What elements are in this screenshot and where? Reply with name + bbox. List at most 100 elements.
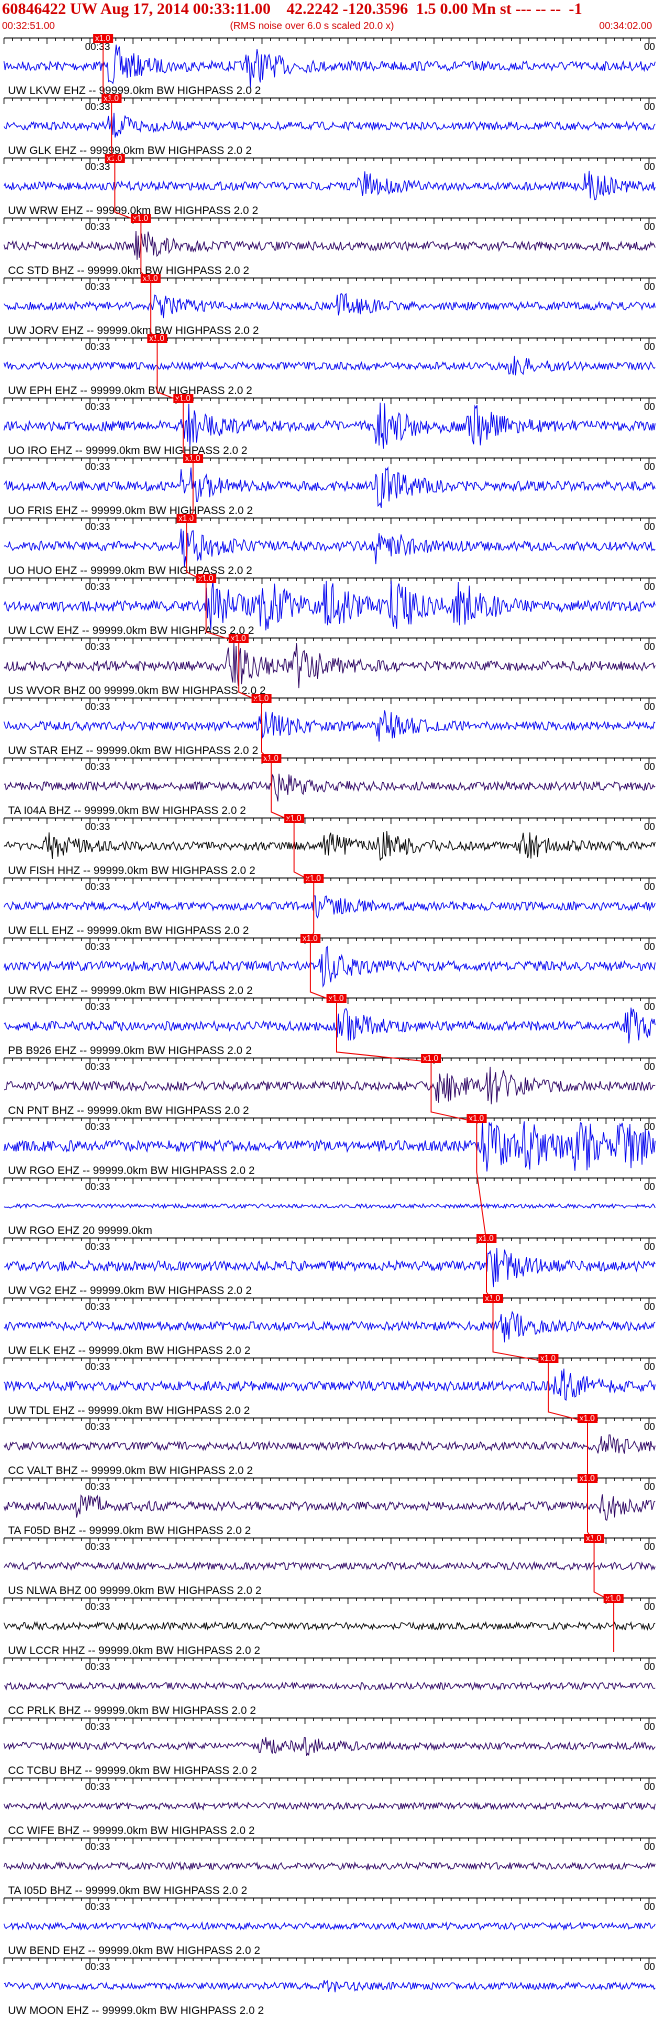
waveform-trace [3,1434,656,1454]
minute-tick-label: 00:33 [85,702,110,713]
right-edge-label: 00 [644,762,656,773]
minute-tick-label: 00:33 [85,1902,110,1913]
station-label: UW MOON EHZ -- 99999.0km BW HIGHPASS 2.0… [8,2005,264,2017]
waveform-trace [3,170,656,201]
station-label: UW JORV EHZ -- 99999.0km BW HIGHPASS 2.0… [8,325,259,337]
minute-tick-label: 00:33 [85,1002,110,1013]
waveform-trace [3,1368,656,1401]
minute-tick-label: 00:33 [85,582,110,593]
station-label: US NLWA BHZ 00 99999.0km BW HIGHPASS 2.0… [8,1585,262,1597]
minute-tick-label: 00:33 [85,1662,110,1673]
right-edge-label: 00 [644,1962,656,1973]
waveform-trace [3,1007,656,1044]
right-edge-label: 00 [644,882,656,893]
minute-tick-label: 00:33 [85,1302,110,1313]
right-edge-label: 00 [644,1782,656,1793]
station-label: CC WIFE BHZ -- 99999.0km BW HIGHPASS 2.0… [8,1825,255,1837]
right-edge-label: 00 [644,1062,656,1073]
right-edge-label: 00 [644,1842,656,1853]
minute-tick-label: 00:33 [85,102,110,113]
minute-tick-label: 00:33 [85,1062,110,1073]
right-edge-label: 00 [644,1182,656,1193]
station-label: CN PNT BHZ -- 99999.0km BW HIGHPASS 2.0 … [8,1105,249,1117]
minute-tick-label: 00:33 [85,342,110,353]
waveform-trace [3,1861,656,1871]
minute-tick-label: 00:33 [85,882,110,893]
station-label: UW VG2 EHZ -- 99999.0km BW HIGHPASS 2.0 … [8,1285,252,1297]
station-label: UW RVC EHZ -- 99999.0km BW HIGHPASS 2.0 … [8,985,253,997]
minute-tick-label: 00:33 [85,42,110,53]
station-label: UW FISH HHZ -- 99999.0km BW HIGHPASS 2.0… [8,865,255,877]
minute-tick-label: 00:33 [85,222,110,233]
waveform-trace [3,230,656,260]
waveform-trace [3,1202,656,1210]
right-edge-label: 00 [644,1542,656,1553]
station-label: UW ELK EHZ -- 99999.0km BW HIGHPASS 2.0 … [8,1345,250,1357]
right-edge-label: 00 [644,42,656,53]
right-edge-label: 00 [644,522,656,533]
right-edge-label: 00 [644,282,656,293]
right-edge-label: 00 [644,1422,656,1433]
minute-tick-label: 00:33 [85,462,110,473]
pick-marker-label: x1.0 [95,34,111,43]
station-label: UW BEND EHZ -- 99999.0km BW HIGHPASS 2.0… [8,1945,260,1957]
minute-tick-label: 00:33 [85,1182,110,1193]
waveform-trace [3,1737,656,1757]
right-edge-label: 00 [644,1662,656,1673]
station-label: TA I05D BHZ -- 99999.0km BW HIGHPASS 2.0… [8,1885,247,1897]
right-edge-label: 00 [644,1362,656,1373]
minute-tick-label: 00:33 [85,1482,110,1493]
station-label: TA I04A BHZ -- 99999.0km BW HIGHPASS 2.0… [8,805,246,817]
station-label: UW EPH EHZ -- 99999.0km BW HIGHPASS 2.0 … [8,385,252,397]
waveform-trace [3,1681,656,1691]
minute-tick-label: 00:33 [85,822,110,833]
minute-tick-label: 00:33 [85,1362,110,1373]
station-label: US WVOR BHZ 00 99999.0km BW HIGHPASS 2.0… [8,685,266,697]
right-edge-label: 00 [644,582,656,593]
right-edge-label: 00 [644,402,656,413]
right-edge-label: 00 [644,1602,656,1613]
right-edge-label: 00 [644,702,656,713]
waveform-trace [3,710,656,742]
minute-tick-label: 00:33 [85,942,110,953]
waveform-trace [3,1979,656,1993]
right-edge-label: 00 [644,342,656,353]
minute-tick-label: 00:33 [85,1602,110,1613]
station-label: TA F05D BHZ -- 99999.0km BW HIGHPASS 2.0… [8,1525,251,1537]
minute-tick-label: 00:33 [85,282,110,293]
station-label: PB B926 EHZ -- 99999.0km BW HIGHPASS 2.0… [8,1045,252,1057]
minute-tick-label: 00:33 [85,1722,110,1733]
station-label: CC TCBU BHZ -- 99999.0km BW HIGHPASS 2.0… [8,1765,257,1777]
minute-tick-label: 00:33 [85,162,110,173]
minute-tick-label: 00:33 [85,1422,110,1433]
minute-tick-label: 00:33 [85,1122,110,1133]
waveform-trace [3,466,656,508]
minute-tick-label: 00:33 [85,1542,110,1553]
minute-tick-label: 00:33 [85,1962,110,1973]
station-label: UW RGO EHZ -- 99999.0km BW HIGHPASS 2.0 … [8,1165,255,1177]
waveform-trace [3,773,656,802]
right-edge-label: 00 [644,1302,656,1313]
right-edge-label: 00 [644,1902,656,1913]
waveform-trace [3,895,656,919]
waveform-trace [3,1921,656,1931]
minute-tick-label: 00:33 [85,642,110,653]
waveform-trace [3,1801,656,1811]
station-label: UW LCCR HHZ -- 99999.0km BW HIGHPASS 2.0… [8,1645,260,1657]
station-label: UW GLK EHZ -- 99999.0km BW HIGHPASS 2.0 … [8,145,252,157]
station-label: UW RGO EHZ 20 99999.0km [8,1225,152,1237]
waveform-trace [3,1620,656,1632]
right-edge-label: 00 [644,102,656,113]
right-edge-label: 00 [644,1722,656,1733]
right-edge-label: 00 [644,222,656,233]
right-edge-label: 00 [644,1002,656,1013]
right-edge-label: 00 [644,1242,656,1253]
right-edge-label: 00 [644,642,656,653]
right-edge-label: 00 [644,462,656,473]
minute-tick-label: 00:33 [85,402,110,413]
waveform-trace [3,1247,656,1288]
station-label: UW STAR EHZ -- 99999.0km BW HIGHPASS 2.0… [8,745,258,757]
station-label: UW ELL EHZ -- 99999.0km BW HIGHPASS 2.0 … [8,925,249,937]
station-label: UO IRO EHZ -- 99999.0km BW HIGHPASS 2.0 … [8,445,247,457]
station-label: UW TDL EHZ -- 99999.0km BW HIGHPASS 2.0 … [8,1405,250,1417]
